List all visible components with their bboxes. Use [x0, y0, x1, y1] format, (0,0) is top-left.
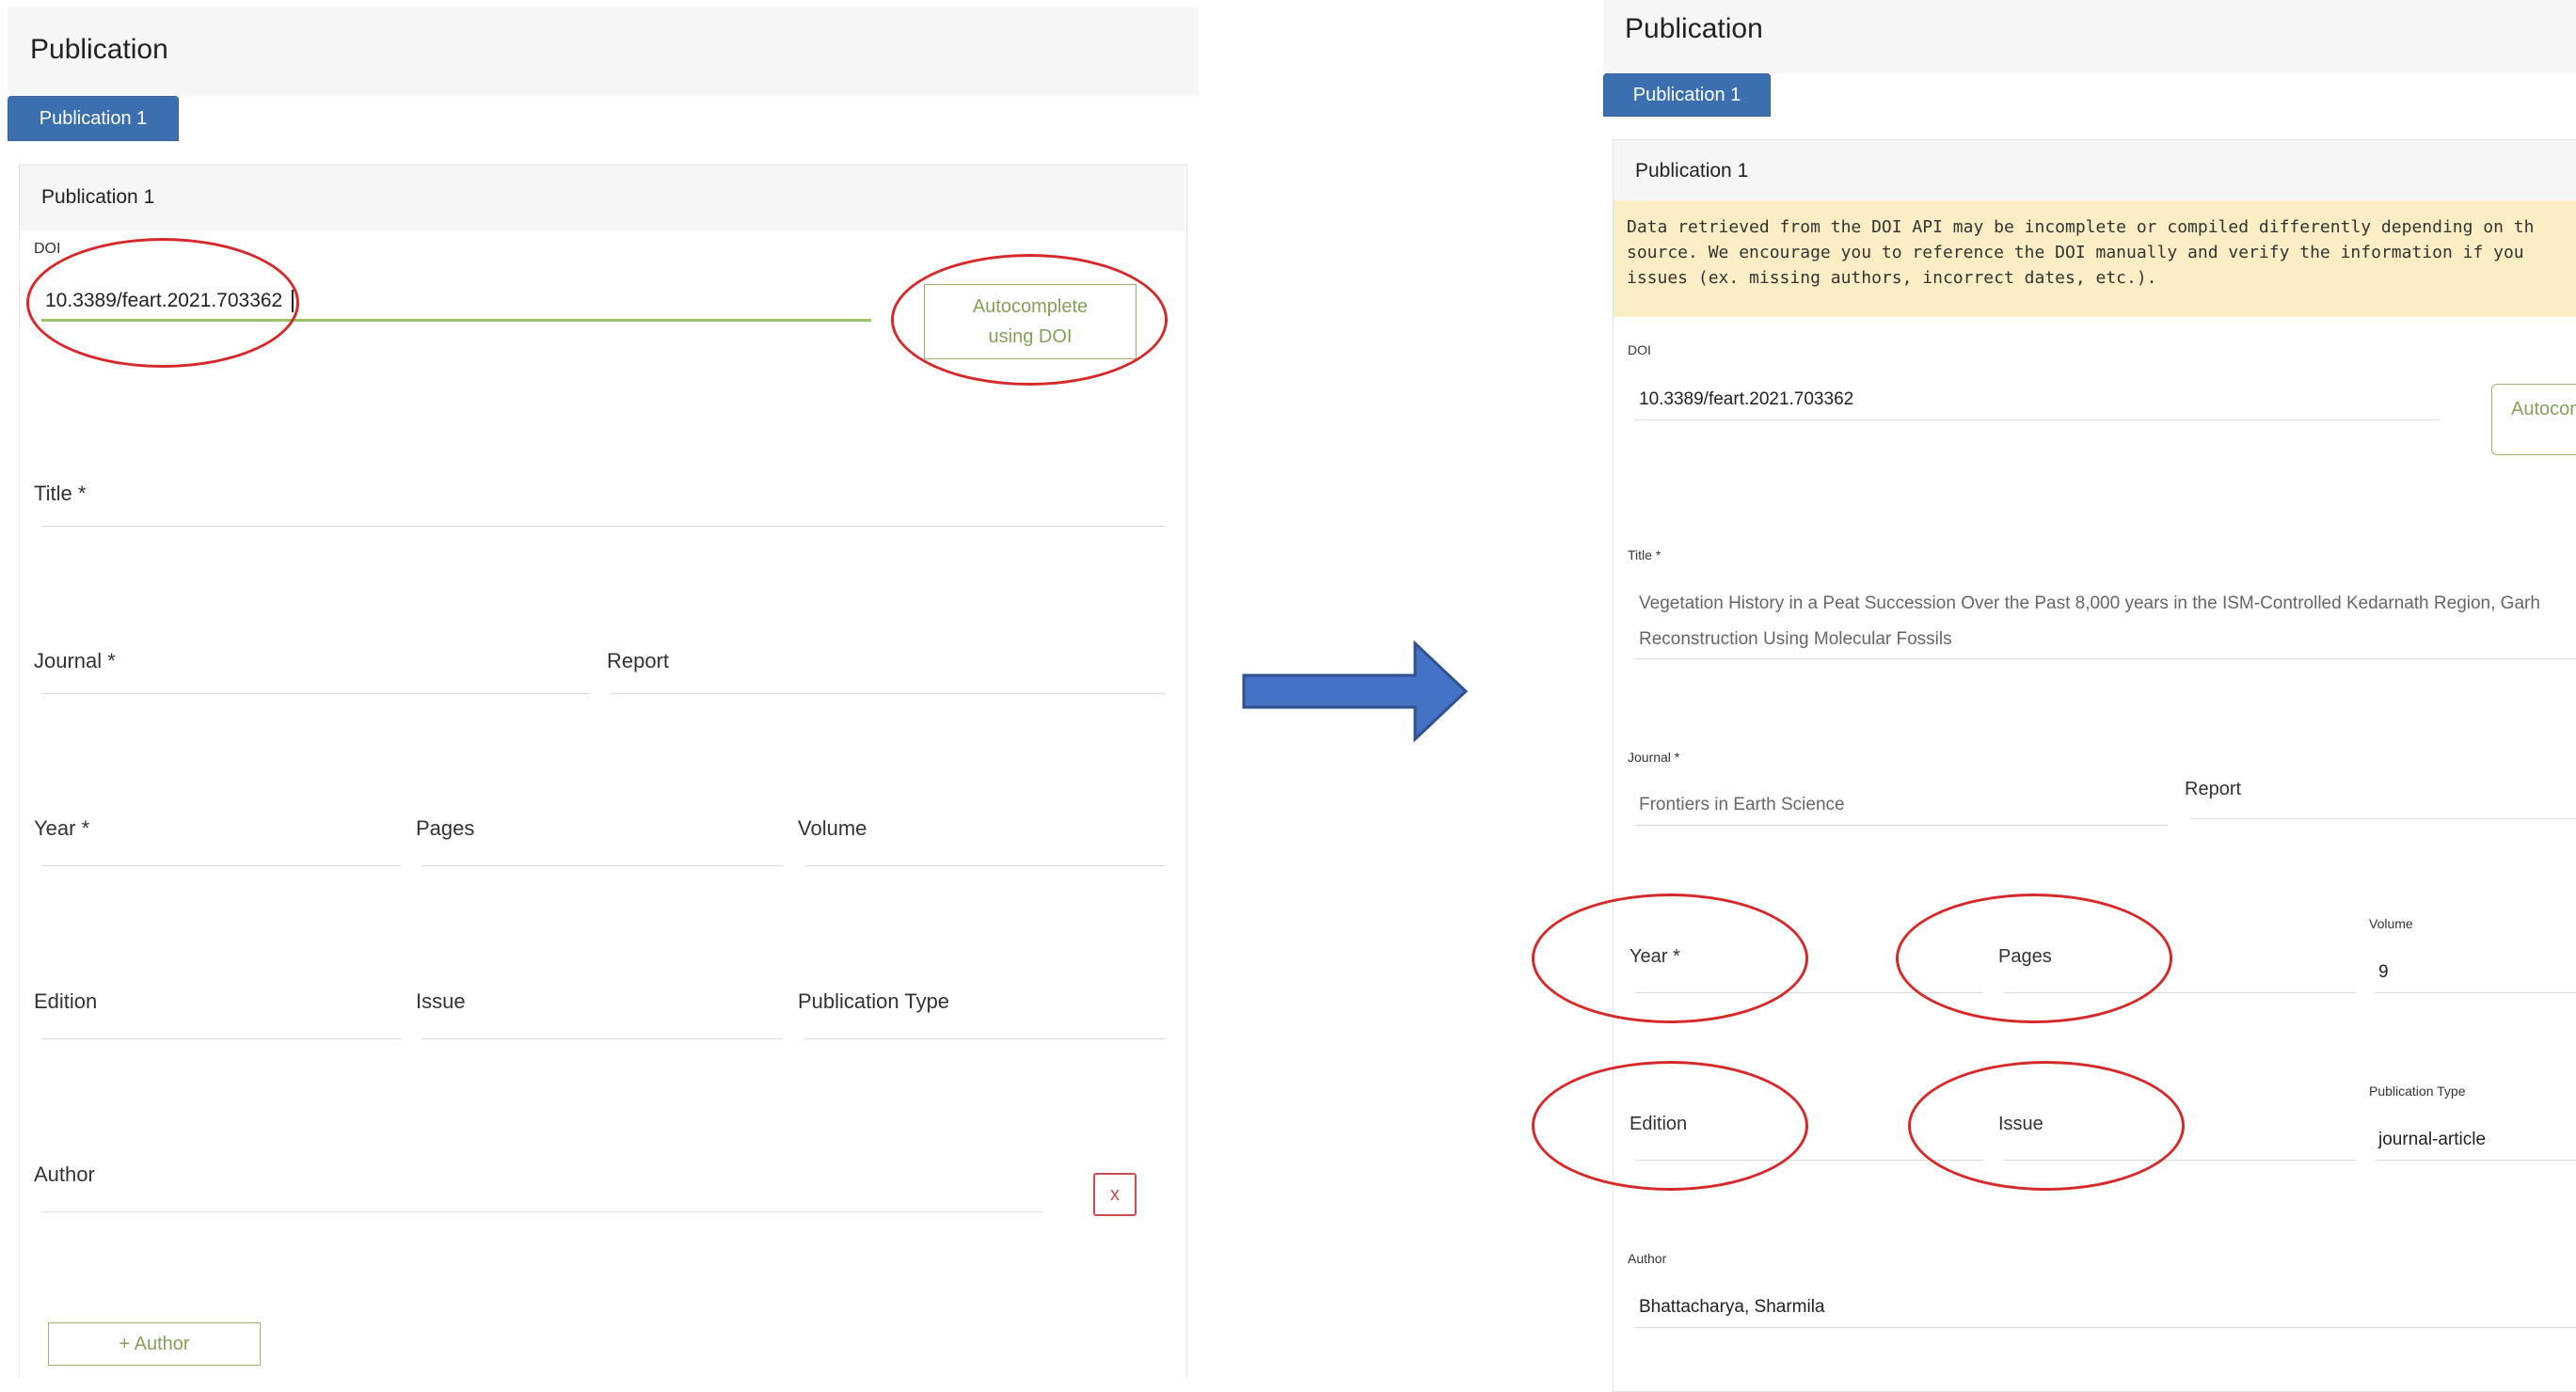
left-pages-label: Pages	[416, 816, 475, 840]
warning-line-3: issues (ex. missing authors, incorrect d…	[1627, 268, 2157, 288]
left-year-input[interactable]	[41, 865, 401, 866]
left-doi-input[interactable]: 10.3389/feart.2021.703362	[41, 282, 871, 320]
right-volume-input[interactable]	[2375, 992, 2576, 993]
left-page-header	[8, 8, 1199, 96]
right-journal-value: Frontiers in Earth Science	[1639, 795, 1845, 815]
right-author-input[interactable]	[1635, 1327, 2576, 1328]
right-pages-input[interactable]	[2004, 992, 2356, 993]
left-tab-publication-1[interactable]: Publication 1	[8, 96, 179, 141]
left-doi-value: 10.3389/feart.2021.703362	[45, 290, 283, 311]
left-issue-label: Issue	[416, 989, 466, 1013]
right-author-value: Bhattacharya, Sharmila	[1639, 1297, 1825, 1317]
left-card-title: Publication 1	[41, 186, 155, 208]
left-doi-label: DOI	[34, 241, 61, 257]
left-author-label: Author	[34, 1163, 95, 1186]
doi-api-warning: Data retrieved from the DOI API may be i…	[1614, 200, 2576, 317]
right-journal-input[interactable]	[1635, 825, 2168, 826]
add-author-button[interactable]: + Author	[48, 1322, 261, 1366]
left-volume-input[interactable]	[804, 865, 1165, 866]
right-autocomplete-doi-label: Autocom	[2511, 399, 2576, 419]
right-card-header	[1614, 140, 2576, 200]
right-volume-label: Volume	[2369, 916, 2413, 931]
left-publication-type-input[interactable]	[804, 1038, 1165, 1039]
right-tab-publication-1[interactable]: Publication 1	[1603, 73, 1771, 117]
left-issue-input[interactable]	[421, 1038, 783, 1039]
right-author-label: Author	[1628, 1251, 1667, 1266]
left-doi-underline	[41, 319, 871, 322]
right-autocomplete-doi-button[interactable]: Autocom	[2491, 384, 2576, 455]
warning-line-1: Data retrieved from the DOI API may be i…	[1627, 217, 2535, 237]
right-title-label: Title *	[1628, 547, 1662, 562]
warning-line-2: source. We encourage you to reference th…	[1627, 243, 2524, 262]
left-pages-input[interactable]	[421, 865, 783, 866]
right-edition-label: Edition	[1630, 1114, 1688, 1134]
right-report-label: Report	[2185, 779, 2242, 799]
right-doi-input[interactable]	[1635, 419, 2441, 420]
right-publication-type-label: Publication Type	[2369, 1084, 2466, 1099]
left-card-header	[20, 166, 1185, 231]
right-year-label: Year *	[1630, 946, 1680, 967]
right-title-input[interactable]	[1635, 658, 2576, 659]
right-publication-card	[1613, 139, 2576, 1392]
right-volume-value: 9	[2378, 962, 2389, 982]
right-title-value-line-2: Reconstruction Using Molecular Fossils	[1639, 629, 1952, 649]
left-autocomplete-doi-button[interactable]: Autocomplete using DOI	[924, 284, 1137, 359]
right-publication-type-value: journal-article	[2378, 1130, 2487, 1149]
right-arrow-icon	[1242, 640, 1469, 743]
right-pages-label: Pages	[1998, 946, 2052, 967]
right-issue-label: Issue	[1998, 1114, 2043, 1134]
left-report-label: Report	[607, 649, 670, 672]
right-edition-input[interactable]	[1635, 1160, 1983, 1161]
right-card-title: Publication 1	[1635, 160, 1749, 182]
right-year-input[interactable]	[1635, 992, 1983, 993]
right-page-title: Publication	[1625, 13, 1763, 44]
text-cursor	[292, 290, 294, 312]
left-report-input[interactable]	[612, 693, 1165, 694]
left-title-label: Title *	[34, 482, 87, 505]
left-publication-type-label: Publication Type	[798, 989, 950, 1013]
left-volume-label: Volume	[798, 816, 867, 840]
left-journal-label: Journal *	[34, 649, 116, 672]
right-journal-label: Journal *	[1628, 750, 1680, 765]
left-edition-label: Edition	[34, 989, 98, 1013]
left-author-input[interactable]	[41, 1211, 1042, 1212]
right-report-input[interactable]	[2190, 818, 2576, 819]
right-doi-value: 10.3389/feart.2021.703362	[1639, 389, 1854, 409]
left-edition-input[interactable]	[41, 1038, 401, 1039]
left-title-input[interactable]	[41, 526, 1165, 527]
left-autocomplete-doi-label: Autocomplete using DOI	[972, 296, 1089, 347]
left-page-title: Publication	[30, 34, 168, 65]
right-publication-type-input[interactable]	[2375, 1160, 2576, 1161]
remove-author-button[interactable]: x	[1093, 1173, 1137, 1216]
right-issue-input[interactable]	[2004, 1160, 2356, 1161]
left-journal-input[interactable]	[41, 693, 591, 694]
right-title-value-line-1: Vegetation History in a Peat Succession …	[1639, 593, 2540, 613]
left-year-label: Year *	[34, 816, 90, 840]
right-doi-label: DOI	[1628, 342, 1651, 357]
